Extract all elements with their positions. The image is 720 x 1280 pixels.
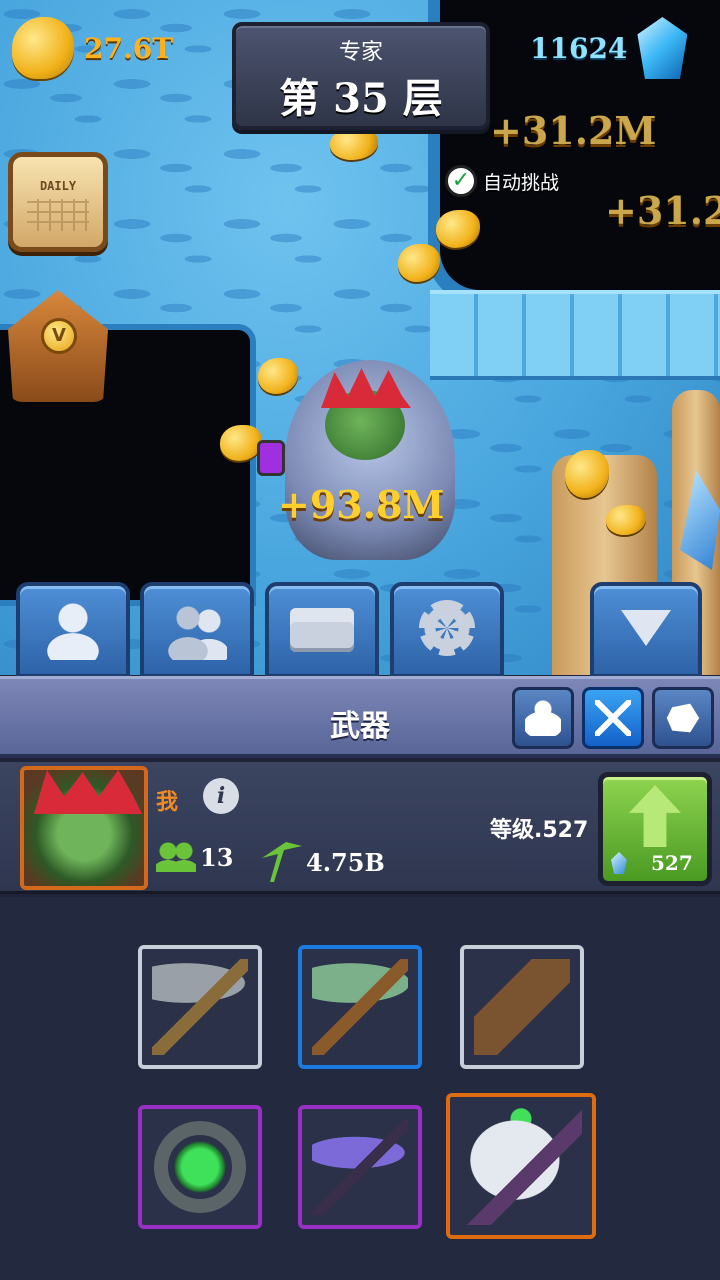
person-icon	[43, 600, 103, 660]
gem-icon	[611, 852, 627, 874]
tab-chest[interactable]	[265, 582, 379, 678]
weapon-slot-emerald-drill[interactable]	[460, 945, 584, 1069]
gear-icon	[419, 600, 475, 656]
blue-gem-icon	[637, 17, 688, 79]
game-scene: +31.2M +31.2 +93.8M 27.6T 11624 专家 第 35 …	[0, 0, 720, 675]
crossed-weapons-icon	[595, 700, 631, 736]
floor-label: 第 35 层	[279, 75, 443, 122]
weapon-slot-void-scythe[interactable]	[298, 1105, 422, 1229]
followers-stat: 13	[156, 842, 233, 872]
mining-power-stat: 4.75B	[262, 842, 385, 882]
player-name: 我	[156, 790, 179, 815]
emerald-ring-icon	[154, 1121, 246, 1213]
scythe-icon	[312, 1119, 408, 1215]
upgrade-button[interactable]: 527	[598, 772, 712, 886]
triangle-down-icon	[621, 610, 671, 646]
category-strength-button[interactable]	[512, 687, 574, 749]
gem-counter[interactable]: 11624	[530, 17, 688, 79]
weapon-slot-battle-axe-selected[interactable]	[446, 1093, 596, 1239]
floating-reward: +31.2	[605, 188, 720, 233]
tab-team[interactable]	[140, 582, 254, 678]
auto-challenge-toggle[interactable]: ✓ 自动挑战	[445, 165, 559, 197]
difficulty-label: 专家	[338, 40, 383, 65]
coin-icon: V	[41, 318, 77, 354]
gold-nugget-icon	[12, 17, 74, 79]
pickaxe-icon	[262, 842, 302, 882]
floating-reward: +31.2M	[490, 108, 657, 153]
strength-icon	[525, 700, 561, 736]
weapon-grid	[0, 897, 720, 1280]
floating-reward: +93.8M	[278, 482, 445, 527]
category-weapons-button[interactable]	[582, 687, 644, 749]
battle-axe-icon	[460, 1107, 582, 1225]
level-label: 等级.527	[490, 818, 589, 843]
panel-header: 武器	[0, 676, 720, 758]
arrow-up-icon	[629, 785, 681, 847]
calendar-icon	[27, 199, 89, 231]
rock-icon	[666, 703, 700, 733]
player-panel: 我 i 13 4.75B 等级.527 527	[0, 762, 720, 894]
gem-amount: 11624	[530, 31, 628, 65]
weapon-slot-emerald-ring[interactable]	[138, 1105, 262, 1229]
troll-hair	[34, 770, 142, 814]
chest-icon	[290, 608, 354, 652]
followers-count: 13	[200, 842, 234, 872]
daily-calendar-button[interactable]: DAILY	[8, 152, 108, 252]
tab-hero[interactable]	[16, 582, 130, 678]
auto-challenge-label: 自动挑战	[483, 171, 560, 194]
iron-pickaxe-icon	[152, 959, 248, 1055]
tab-settings[interactable]	[390, 582, 504, 678]
gold-amount: 27.6T	[84, 31, 174, 65]
purple-gem	[257, 440, 285, 476]
checkmark-icon[interactable]: ✓	[445, 165, 477, 197]
upgrade-cost-value: 527	[651, 851, 693, 875]
emerald-pickaxe-icon	[312, 959, 408, 1055]
floor-banner: 专家 第 35 层	[232, 22, 490, 130]
people-icon	[156, 842, 196, 872]
info-icon[interactable]: i	[203, 778, 239, 814]
people-icon	[167, 600, 227, 660]
collapse-panel-button[interactable]	[590, 582, 702, 678]
weapon-slot-iron-pickaxe[interactable]	[138, 945, 262, 1069]
upgrade-cost: 527	[611, 851, 693, 875]
weapon-slot-emerald-pickaxe[interactable]	[298, 945, 422, 1069]
emerald-drill-icon	[474, 959, 570, 1055]
gold-counter[interactable]: 27.6T	[12, 17, 174, 79]
troll-miner-character[interactable]	[255, 340, 485, 580]
avatar[interactable]	[20, 766, 148, 890]
mining-power-value: 4.75B	[306, 847, 385, 877]
daily-label: DAILY	[39, 179, 77, 193]
category-rock-button[interactable]	[652, 687, 714, 749]
